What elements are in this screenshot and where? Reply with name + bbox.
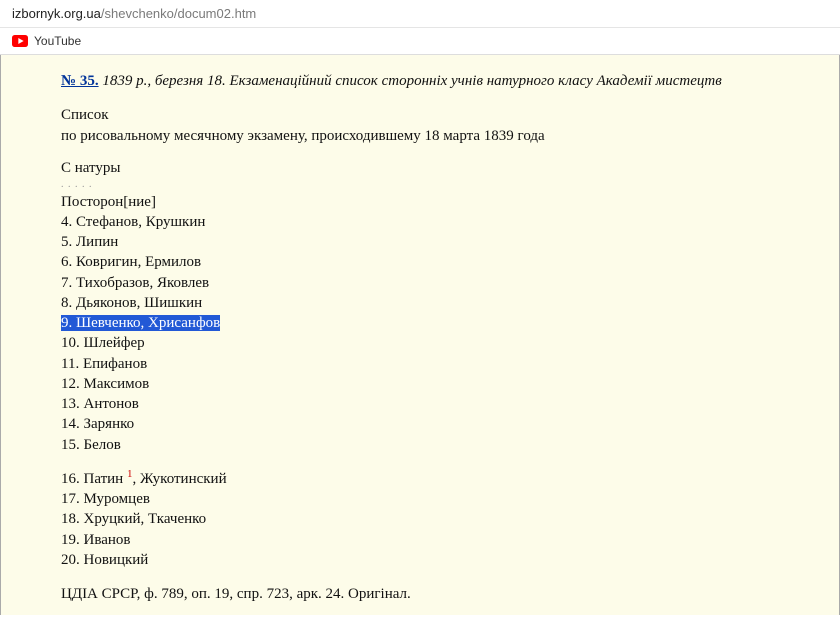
document-heading: № 35. 1839 р., березня 18. Екзаменаційни…	[61, 71, 809, 91]
youtube-icon	[12, 35, 28, 47]
list-item: 18. Хруцкий, Ткаченко	[61, 509, 809, 529]
row16-pre: 16. Патин	[61, 471, 127, 487]
list-item: 5. Липин	[61, 232, 809, 252]
list-item: 14. Зарянко	[61, 414, 809, 434]
selected-text: 9. Шевченко, Хрисанфов	[61, 315, 220, 331]
list-item: 19. Иванов	[61, 530, 809, 550]
document-body: № 35. 1839 р., березня 18. Екзаменаційни…	[0, 55, 840, 615]
list-item: 7. Тихобразов, Яковлев	[61, 273, 809, 293]
list-item: 8. Дьяконов, Шишкин	[61, 293, 809, 313]
ellipsis: . . . . .	[61, 178, 809, 192]
section-label: С натуры	[61, 158, 809, 178]
browser-chrome: izbornyk.org.ua/shevchenko/docum02.htm Y…	[0, 0, 840, 55]
row16-post: , Жукотинский	[132, 471, 226, 487]
list-item: 17. Муромцев	[61, 489, 809, 509]
url-host: izbornyk.org.ua	[12, 6, 101, 21]
doc-number-link[interactable]: № 35.	[61, 73, 99, 89]
list-item: 4. Стефанов, Крушкин	[61, 212, 809, 232]
url-path: /shevchenko/docum02.htm	[101, 6, 256, 21]
subsection-label: Посторон[ние]	[61, 192, 809, 212]
list-item: 11. Епифанов	[61, 354, 809, 374]
list-item: 20. Новицкий	[61, 550, 809, 570]
page-viewport[interactable]: № 35. 1839 р., березня 18. Екзаменаційни…	[0, 55, 840, 615]
archive-reference: ЦДІА СРСР, ф. 789, оп. 19, спр. 723, арк…	[61, 584, 809, 604]
bookmarks-bar: YouTube	[0, 28, 840, 54]
bookmark-youtube[interactable]: YouTube	[34, 34, 81, 48]
doc-title: 1839 р., березня 18. Екзаменаційний спис…	[102, 73, 721, 89]
list-item: 15. Белов	[61, 435, 809, 455]
list-item: 12. Максимов	[61, 374, 809, 394]
address-bar[interactable]: izbornyk.org.ua/shevchenko/docum02.htm	[0, 0, 840, 28]
list-item-highlighted: 9. Шевченко, Хрисанфов	[61, 313, 809, 333]
list-item: 10. Шлейфер	[61, 333, 809, 353]
list-item-with-footnote: 16. Патин 1, Жукотинский	[61, 467, 809, 489]
list-heading-2: по рисовальному месячному экзамену, прои…	[61, 126, 809, 146]
list-heading-1: Список	[61, 105, 809, 125]
list-item: 6. Ковригин, Ермилов	[61, 252, 809, 272]
list-item: 13. Антонов	[61, 394, 809, 414]
